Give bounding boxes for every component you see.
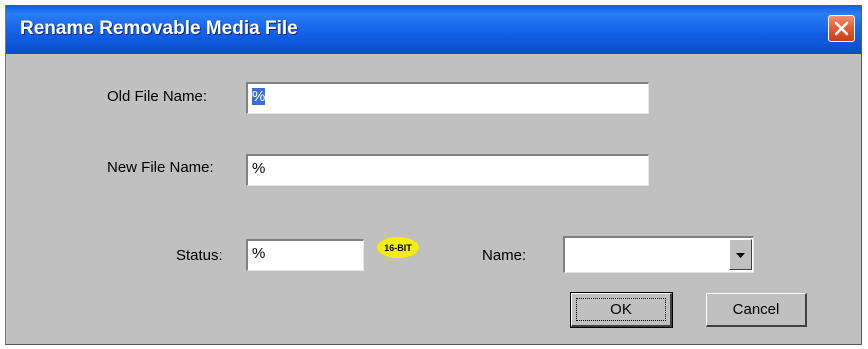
cancel-button[interactable]: Cancel <box>706 293 807 327</box>
status-field[interactable]: % <box>246 239 364 271</box>
old-file-name-value: % <box>252 88 266 105</box>
status-label: Status: <box>176 247 223 264</box>
dialog-window: Rename Removable Media File Old File Nam… <box>5 5 862 345</box>
new-file-name-label: New File Name: <box>107 159 214 176</box>
ok-button-label: OK <box>610 301 632 318</box>
close-button[interactable] <box>828 15 855 42</box>
name-label: Name: <box>482 247 527 264</box>
new-file-name-field[interactable]: % <box>246 154 649 186</box>
old-file-name-field[interactable]: % <box>246 82 649 114</box>
status-value: % <box>252 245 266 262</box>
cancel-button-label: Cancel <box>732 301 780 318</box>
new-file-name-value: % <box>252 160 266 177</box>
title-bar[interactable]: Rename Removable Media File <box>6 5 861 54</box>
ok-button[interactable]: OK <box>570 292 673 328</box>
16-bit-badge: 16-BIT <box>377 237 419 258</box>
old-file-name-label: Old File Name: <box>107 88 208 105</box>
name-dropdown[interactable] <box>563 236 754 273</box>
16-bit-badge-text: 16-BIT <box>384 242 412 253</box>
dropdown-button[interactable] <box>729 239 752 270</box>
window-title: Rename Removable Media File <box>20 18 298 39</box>
chevron-down-icon <box>736 246 745 264</box>
close-icon <box>834 21 849 36</box>
